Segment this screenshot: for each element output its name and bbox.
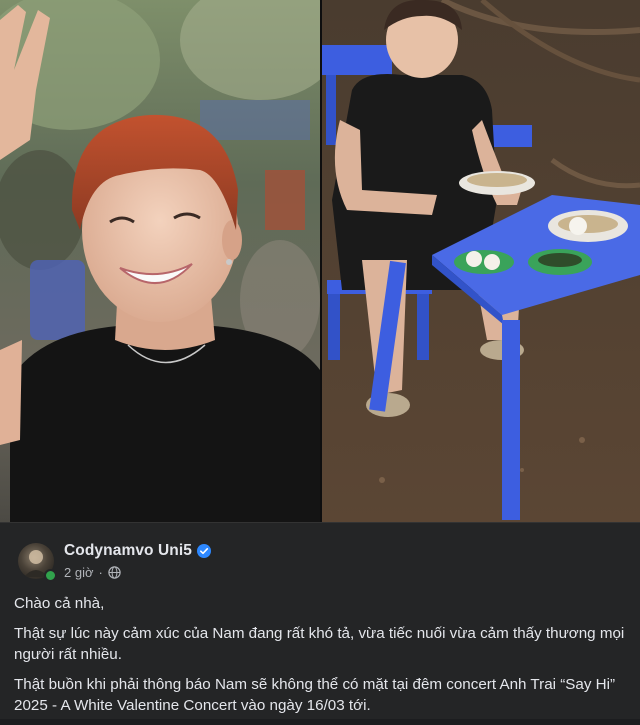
author-name[interactable]: Codynamvo Uni5 (64, 542, 192, 560)
post-body: Chào cả nhà, Thật sự lúc này cảm xúc của… (14, 593, 626, 725)
post-paragraph-feelings: Thật sự lúc này cảm xúc của Nam đang rất… (14, 625, 625, 663)
outdoor-table-illustration (322, 0, 640, 522)
post-header: Codynamvo Uni5 2 giờ · (18, 539, 618, 583)
post-paragraph-announcement: Thật buồn khi phải thông báo Nam sẽ khôn… (14, 676, 616, 714)
post-meta: 2 giờ · (64, 565, 121, 580)
photo-grid (0, 0, 640, 522)
selfie-illustration (0, 0, 320, 522)
online-status-dot (44, 569, 57, 582)
verified-badge-icon (197, 544, 212, 558)
photo-selfie[interactable] (0, 0, 320, 522)
post-time[interactable]: 2 giờ (64, 565, 94, 580)
meta-separator: · (98, 565, 103, 580)
photo-outdoor-table[interactable] (322, 0, 640, 522)
post-paragraph-greeting: Chào cả nhà, (14, 595, 105, 612)
author-line: Codynamvo Uni5 (64, 542, 212, 560)
post-card: Codynamvo Uni5 2 giờ · Chào cả nhà, Thật… (0, 522, 640, 719)
globe-icon[interactable] (108, 566, 121, 579)
